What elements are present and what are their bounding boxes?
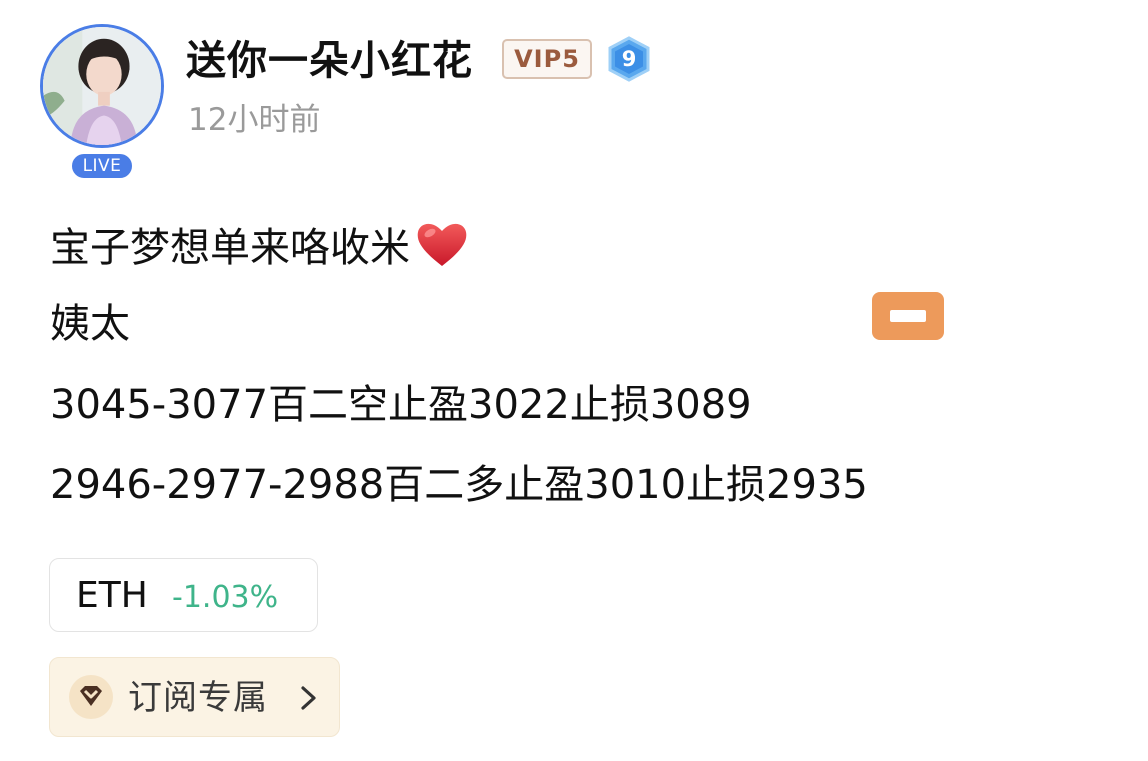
ticker-chip[interactable]: ETH -1.03%: [49, 558, 318, 632]
diamond-icon: [68, 674, 114, 720]
content-line-2: 姨太: [50, 301, 130, 347]
ticker-change: -1.03%: [172, 580, 279, 615]
vip-badge: VIP5: [502, 39, 592, 79]
username[interactable]: 送你一朵小红花: [186, 36, 473, 86]
content-line-3: 3045-3077百二空止盈3022止损3089: [50, 382, 752, 428]
heart-icon: [414, 220, 470, 280]
avatar[interactable]: LIVE: [40, 24, 164, 180]
avatar-image: [40, 24, 164, 148]
chevron-right-icon: [301, 686, 316, 710]
post-timestamp: 12小时前: [188, 102, 321, 138]
subscribe-button[interactable]: 订阅专属: [49, 657, 340, 737]
ticker-symbol: ETH: [76, 575, 148, 616]
level-badge: 9: [606, 36, 652, 82]
live-badge: LIVE: [70, 152, 134, 180]
minus-sticker-icon: [872, 292, 944, 340]
subscribe-label: 订阅专属: [128, 678, 268, 718]
post-card: LIVE 送你一朵小红花 VIP5 9 12小时前 宝子梦想单来咯收米 姨太 3…: [0, 0, 1148, 761]
content-line-4: 2946-2977-2988百二多止盈3010止损2935: [50, 462, 868, 508]
content-line-1: 宝子梦想单来咯收米: [50, 220, 470, 280]
level-number: 9: [621, 47, 637, 71]
content-text-1: 宝子梦想单来咯收米: [50, 225, 410, 271]
